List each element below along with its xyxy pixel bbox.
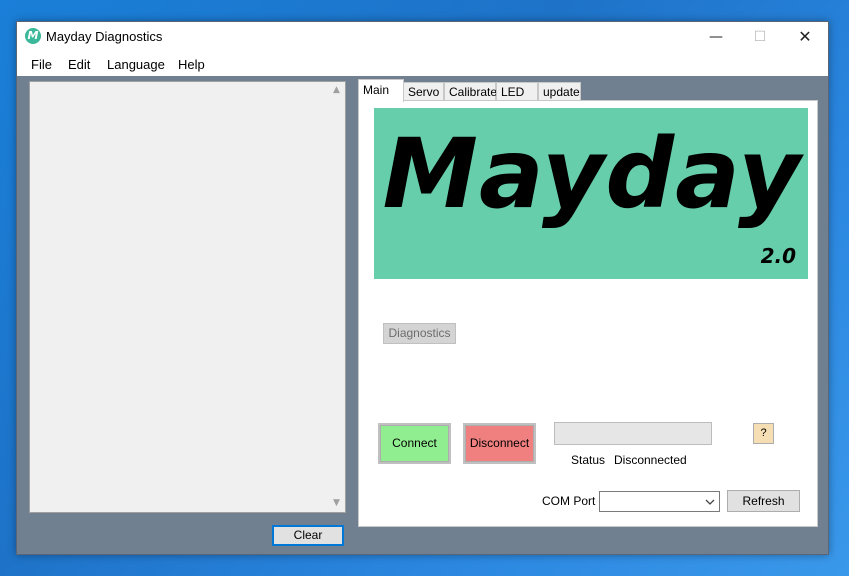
- connection-progress-bar: [554, 422, 712, 445]
- refresh-button[interactable]: Refresh: [727, 490, 800, 512]
- minimize-button[interactable]: —: [693, 22, 739, 52]
- scroll-down-icon[interactable]: ▼: [328, 495, 345, 512]
- clear-button[interactable]: Clear: [272, 525, 344, 546]
- mayday-banner: Mayday 2.0: [374, 108, 808, 279]
- banner-version: 2.0: [760, 244, 796, 268]
- tab-calibrate[interactable]: Calibrate: [444, 82, 497, 101]
- help-button[interactable]: ?: [753, 423, 774, 444]
- close-button[interactable]: ✕: [782, 22, 828, 52]
- menu-file[interactable]: File: [31, 57, 52, 72]
- disconnect-button[interactable]: Disconnect: [463, 423, 536, 464]
- menu-language[interactable]: Language: [107, 57, 165, 72]
- banner-title: Mayday: [382, 118, 802, 230]
- com-port-select[interactable]: [599, 491, 720, 512]
- menu-help[interactable]: Help: [178, 57, 205, 72]
- status-value: Disconnected: [614, 453, 687, 467]
- log-output-panel[interactable]: ▲ ▼: [29, 81, 346, 513]
- tab-update[interactable]: update: [538, 82, 581, 101]
- status-label: Status: [571, 453, 606, 467]
- com-port-label: COM Port: [542, 494, 596, 508]
- tab-servo[interactable]: Servo: [403, 82, 444, 101]
- chevron-down-icon: [705, 499, 715, 505]
- maximize-button[interactable]: ☐: [737, 22, 783, 52]
- app-logo-icon: M: [25, 28, 41, 44]
- app-window: M Mayday Diagnostics — ☐ ✕ File Edit Lan…: [16, 21, 829, 555]
- log-scrollbar[interactable]: ▲ ▼: [328, 82, 345, 512]
- scroll-up-icon[interactable]: ▲: [328, 82, 345, 99]
- tab-led[interactable]: LED: [496, 82, 538, 101]
- menu-bar: File Edit Language Help: [17, 52, 828, 76]
- menu-edit[interactable]: Edit: [68, 57, 90, 72]
- tab-main[interactable]: Main: [358, 79, 404, 102]
- window-title: Mayday Diagnostics: [46, 29, 163, 44]
- connect-button[interactable]: Connect: [378, 423, 451, 464]
- title-bar[interactable]: M Mayday Diagnostics — ☐ ✕: [17, 22, 828, 52]
- main-tab-page: Mayday 2.0 Diagnostics Connect Disconnec…: [358, 100, 818, 527]
- diagnostics-button[interactable]: Diagnostics: [383, 323, 456, 344]
